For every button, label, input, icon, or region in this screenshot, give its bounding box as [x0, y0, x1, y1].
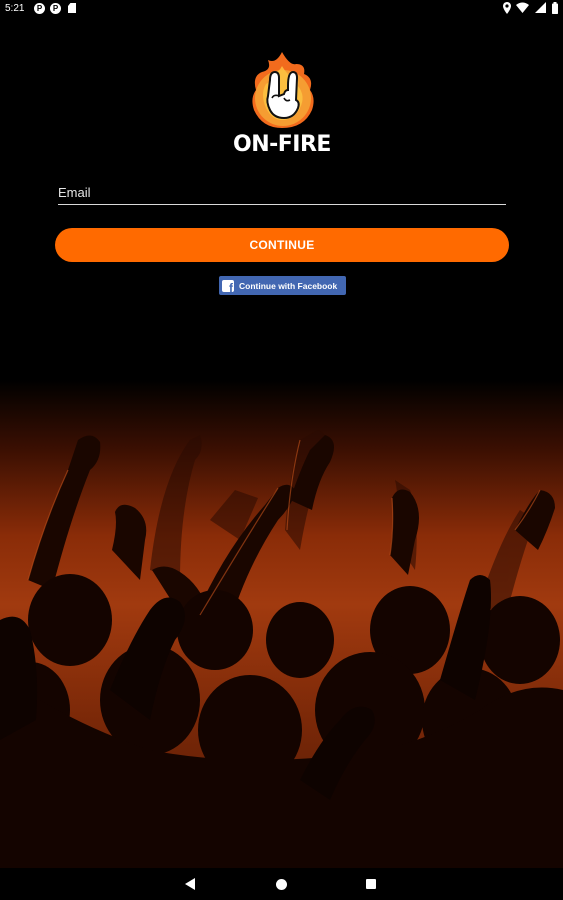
login-screen: 5:21 P P ON-FIRE Email CONTINUE f Contin…	[0, 0, 563, 900]
signal-icon	[535, 2, 547, 13]
facebook-button-label: Continue with Facebook	[239, 280, 338, 291]
battery-icon	[552, 2, 558, 14]
rock-hand-flame-icon	[252, 52, 314, 128]
status-icons	[500, 2, 558, 16]
notification-icon: P	[34, 3, 45, 14]
facebook-icon: f	[222, 279, 234, 294]
status-time: 5:21	[5, 3, 25, 14]
location-icon	[502, 2, 511, 14]
continue-button[interactable]: CONTINUE	[55, 228, 509, 262]
back-icon[interactable]	[185, 878, 195, 890]
logo-text: ON-FIRE	[233, 132, 331, 157]
continue-with-facebook-button[interactable]: f Continue with Facebook	[219, 276, 346, 295]
sd-card-icon	[68, 3, 76, 13]
status-bar: 5:21 P P	[0, 0, 563, 18]
notification-icon: P	[50, 3, 61, 14]
crowd-silhouette	[0, 430, 563, 868]
crowd-background-image	[0, 380, 563, 868]
navigation-bar	[0, 868, 563, 900]
recents-icon[interactable]	[366, 879, 376, 889]
on-fire-logo: ON-FIRE	[232, 50, 332, 165]
wifi-icon	[516, 2, 530, 13]
email-field[interactable]	[58, 180, 506, 205]
home-icon[interactable]	[276, 879, 287, 890]
